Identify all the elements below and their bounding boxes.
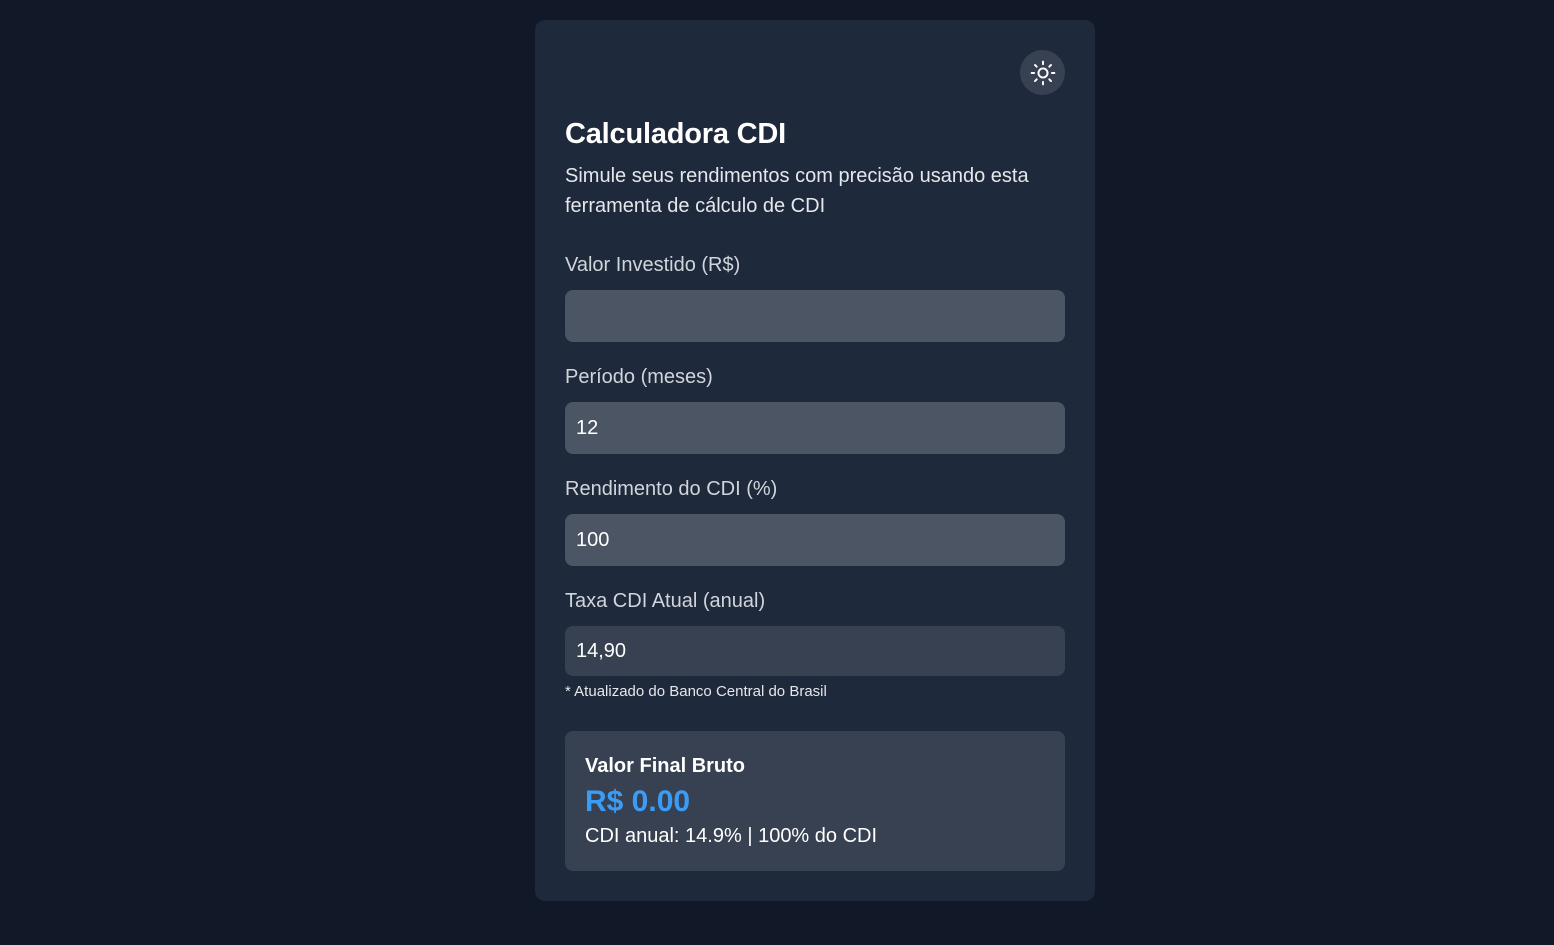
result-title: Valor Final Bruto (585, 755, 746, 777)
result-panel: Valor Final Bruto R$ 0.00 CDI anual: 14.… (565, 731, 1065, 871)
period-label: Período (meses) (565, 366, 713, 388)
page-title: Calculadora CDI (565, 118, 786, 150)
invested-value-label: Valor Investido (R$) (565, 254, 741, 276)
cdi-rate-note: * Atualizado do Banco Central do Brasil (565, 683, 827, 700)
result-value: R$ 0.00 (585, 785, 691, 818)
theme-toggle-button[interactable] (1020, 50, 1065, 95)
cdi-rate-field (565, 626, 1065, 676)
sun-icon (1030, 60, 1056, 86)
result-info: CDI anual: 14.9% | 100% do CDI (585, 825, 878, 847)
cdi-yield-label: Rendimento do CDI (%) (565, 478, 778, 500)
calculator-card: Calculadora CDI Simule seus rendimentos … (535, 20, 1095, 901)
cdi-yield-input[interactable] (565, 514, 1065, 566)
cdi-rate-label: Taxa CDI Atual (anual) (565, 590, 766, 612)
invested-value-input[interactable] (565, 290, 1065, 342)
page-subtitle: Simule seus rendimentos com precisão usa… (565, 165, 1029, 217)
period-input[interactable] (565, 402, 1065, 454)
